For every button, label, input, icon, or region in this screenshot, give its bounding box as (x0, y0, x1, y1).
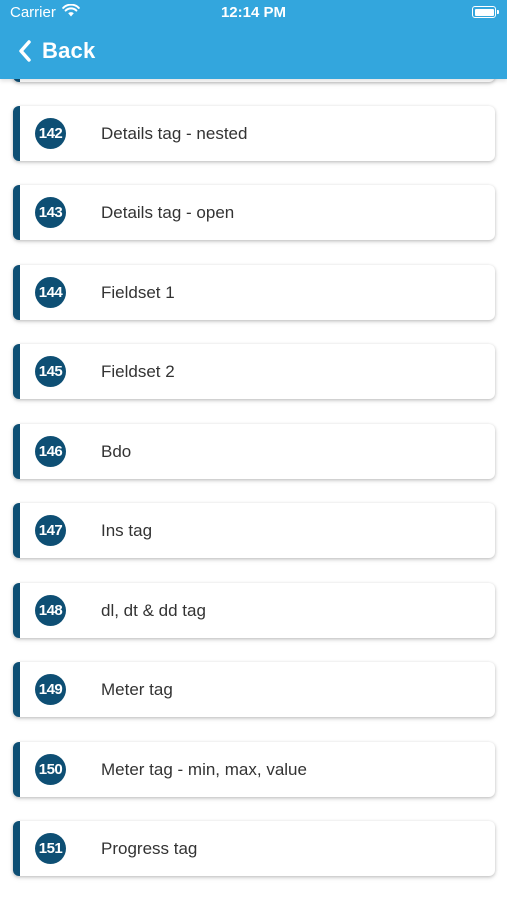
card-accent (13, 185, 20, 240)
item-number-badge: 151 (35, 833, 66, 864)
list-item[interactable]: 146 Bdo (13, 424, 495, 479)
list-item[interactable]: 145 Fieldset 2 (13, 344, 495, 399)
item-label: Meter tag (101, 680, 173, 699)
item-label: Meter tag - min, max, value (101, 760, 307, 779)
item-number-badge: 142 (35, 118, 66, 149)
app-screen: Carrier 12:14 PM Back 142 Details tag - … (0, 0, 507, 900)
item-label: Fieldset 2 (101, 362, 175, 381)
card-accent (13, 106, 20, 161)
item-label: Ins tag (101, 521, 153, 540)
list-item-partial[interactable] (13, 79, 495, 82)
item-label: Bdo (101, 442, 132, 461)
list-item[interactable]: 150 Meter tag - min, max, value (13, 742, 495, 797)
topic-list[interactable]: 142 Details tag - nested 143 Details tag… (0, 79, 507, 900)
card-accent (13, 742, 20, 797)
item-number-badge: 150 (35, 754, 66, 785)
item-number-badge: 148 (35, 595, 66, 626)
card-accent (13, 583, 20, 638)
item-label: dl, dt & dd tag (101, 601, 206, 620)
status-time: 12:14 PM (220, 4, 287, 21)
list-item[interactable]: 151 Progress tag (13, 821, 495, 876)
item-number-badge: 145 (35, 356, 66, 387)
item-number-badge: 147 (35, 515, 66, 546)
card-accent (13, 424, 20, 479)
item-label: Details tag - open (101, 203, 235, 222)
status-bar: Carrier 12:14 PM (0, 0, 507, 26)
item-label: Fieldset 1 (101, 283, 175, 302)
back-button[interactable]: Back (18, 38, 95, 64)
card-accent (13, 344, 20, 399)
item-number-badge: 144 (35, 277, 66, 308)
card-accent (13, 662, 20, 717)
chevron-left-icon (18, 40, 32, 62)
item-label: Progress tag (101, 839, 198, 858)
navigation-bar: Back (0, 26, 507, 79)
list-item[interactable]: 148 dl, dt & dd tag (13, 583, 495, 638)
card-accent (13, 79, 20, 82)
card-accent (13, 503, 20, 558)
item-number-badge: 146 (35, 436, 66, 467)
list-item[interactable]: 142 Details tag - nested (13, 106, 495, 161)
card-accent (13, 265, 20, 320)
back-label: Back (42, 38, 96, 63)
item-number-badge: 149 (35, 674, 66, 705)
list-item[interactable]: 149 Meter tag (13, 662, 495, 717)
list-item[interactable]: 144 Fieldset 1 (13, 265, 495, 320)
list-item[interactable]: 143 Details tag - open (13, 185, 495, 240)
item-number-badge: 143 (35, 197, 66, 228)
battery-icon (472, 6, 499, 18)
card-accent (13, 821, 20, 876)
item-label: Details tag - nested (101, 124, 248, 143)
list-item[interactable]: 147 Ins tag (13, 503, 495, 558)
